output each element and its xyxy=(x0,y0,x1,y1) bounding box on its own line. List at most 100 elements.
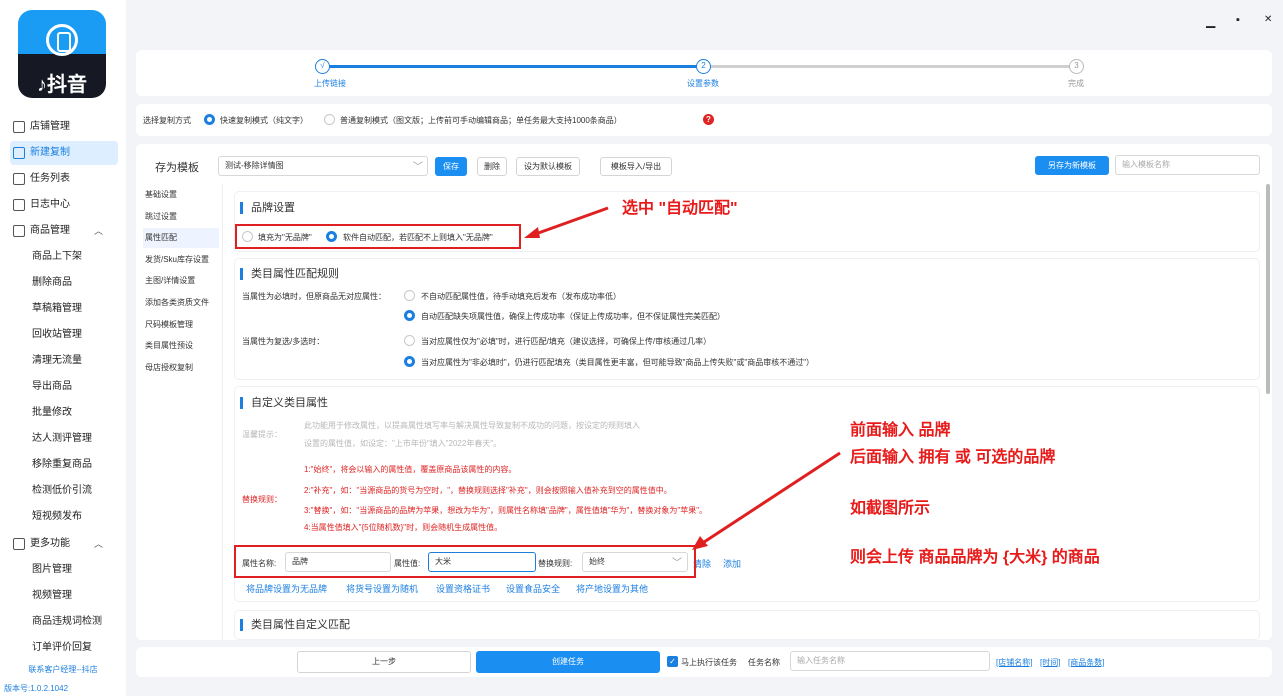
run-now-label: 马上执行该任务 xyxy=(681,658,737,667)
add-link[interactable]: 添加 xyxy=(723,557,741,570)
scrollbar[interactable] xyxy=(1266,184,1270,394)
rule-3: 3:"替换"，如："当源商品的品牌为苹果，想改为华为"，则属性名称填"品牌"，属… xyxy=(304,506,708,515)
settings-menu-item[interactable]: 属性匹配 xyxy=(143,228,219,249)
preset-random-sku-link[interactable]: 将货号设置为随机 xyxy=(346,582,418,595)
custom-match-title: 类目属性自定义匹配 xyxy=(240,619,350,631)
sidebar-item[interactable]: 清理无流量 xyxy=(10,349,118,373)
sidebar-item[interactable]: 检测低价引流 xyxy=(10,479,118,503)
sidebar-item[interactable]: 更多功能 ︿ xyxy=(10,532,118,556)
cube-icon xyxy=(13,225,25,237)
annotation-as-shown: 如截图所示 xyxy=(850,500,931,517)
row1-option1-radio[interactable] xyxy=(404,290,415,301)
sidebar-item[interactable]: 视频管理 xyxy=(10,584,118,608)
template-select[interactable]: 测试-移除详情图 xyxy=(218,156,428,176)
rule-1: 1:"始终"，将会以输入的属性值，覆盖原商品该属性的内容。 xyxy=(304,465,517,474)
task-name-input[interactable]: 输入任务名称 xyxy=(790,651,990,671)
preset-origin-link[interactable]: 将产地设置为其他 xyxy=(576,582,648,595)
sidebar-item[interactable]: 商品违规词检测 xyxy=(10,610,118,634)
insert-count-link[interactable]: [商品条数] xyxy=(1068,657,1104,668)
sidebar-item[interactable]: 批量修改 xyxy=(10,401,118,425)
log-icon xyxy=(13,199,25,211)
minimize-icon[interactable]: ▁ xyxy=(1206,14,1215,28)
sidebar-item-label: 删除商品 xyxy=(32,277,72,288)
preset-certificate-link[interactable]: 设置资格证书 xyxy=(436,582,490,595)
tip-line-2: 设置的属性值，如设定："上市年份"填入"2022年春天"。 xyxy=(304,439,502,448)
settings-menu-item[interactable]: 母店授权复制 xyxy=(143,358,219,378)
sidebar-item[interactable]: 订单评价回复 xyxy=(10,636,118,660)
rule-2: 2:"补充"，如："当源商品的货号为空时，"，替换规则选择"补充"，则会按照输入… xyxy=(304,486,672,495)
sidebar-item[interactable]: 任务列表 xyxy=(10,167,118,191)
prev-step-button[interactable]: 上一步 xyxy=(297,651,471,673)
template-label: 存为模板 xyxy=(155,162,199,174)
settings-menu-item[interactable]: 基础设置 xyxy=(143,185,219,205)
sidebar-item-label: 订单评价回复 xyxy=(32,642,92,653)
step-progress-todo xyxy=(708,65,1076,68)
insert-time-link[interactable]: [时间] xyxy=(1040,657,1060,668)
task-list-icon xyxy=(13,173,25,185)
sidebar-item[interactable]: 日志中心 xyxy=(10,193,118,217)
row2-option2-radio[interactable] xyxy=(404,356,415,367)
preset-food-safety-link[interactable]: 设置食品安全 xyxy=(506,582,560,595)
template-name-input[interactable]: 输入模板名称 xyxy=(1115,155,1260,175)
run-now-checkbox[interactable]: ✓ xyxy=(667,656,678,667)
version-label: 版本号:1.0.2.1042 xyxy=(4,684,69,693)
settings-menu-item[interactable]: 类目属性预设 xyxy=(143,336,219,356)
settings-menu-item[interactable]: 跳过设置 xyxy=(143,207,219,227)
step-1-marker: √ xyxy=(315,59,330,74)
sidebar-item[interactable]: 商品上下架 xyxy=(10,245,118,269)
annotation-select-auto: 选中 "自动匹配" xyxy=(622,200,738,217)
sidebar-item-label: 图片管理 xyxy=(32,564,72,575)
custom-match-card xyxy=(234,610,1260,640)
settings-menu-item[interactable]: 发货/Sku库存设置 xyxy=(143,250,219,270)
delete-button[interactable]: 删除 xyxy=(477,157,507,176)
sidebar-item-label: 达人测评管理 xyxy=(32,433,92,444)
help-icon[interactable]: ? xyxy=(703,114,714,125)
sidebar-item-label: 新建复制 xyxy=(30,147,70,158)
chevron-up-icon[interactable]: ︿ xyxy=(94,532,103,556)
create-task-button[interactable]: 创建任务 xyxy=(476,651,660,673)
sidebar-item[interactable]: 导出商品 xyxy=(10,375,118,399)
copy-mode-fast-radio[interactable] xyxy=(204,114,215,125)
sidebar-item[interactable]: 新建复制 xyxy=(10,141,118,165)
sidebar-item[interactable]: 图片管理 xyxy=(10,558,118,582)
set-default-button[interactable]: 设为默认模板 xyxy=(516,157,580,176)
import-export-button[interactable]: 模板导入/导出 xyxy=(600,157,672,176)
settings-menu-item[interactable]: 主图/详情设置 xyxy=(143,271,219,291)
contact-link[interactable]: 联系客户经理--抖店 xyxy=(0,664,126,675)
sidebar-item[interactable]: 回收站管理 xyxy=(10,323,118,347)
step-1-label: 上传链接 xyxy=(314,79,346,88)
copy-mode-normal-label: 普通复制模式（图文版；上传前可手动编辑商品；单任务最大支持1000条商品） xyxy=(340,116,622,125)
settings-menu-item[interactable]: 添加各类资质文件 xyxy=(143,293,219,313)
maximize-icon[interactable]: ▪ xyxy=(1236,14,1240,26)
sidebar-item[interactable]: 店铺管理 xyxy=(10,115,118,139)
copy-mode-label: 选择复制方式 xyxy=(143,116,191,125)
tip-line-1: 此功能用于修改属性，以提高属性填写率与解决属性导致复制不成功的问题，按设定的规则… xyxy=(304,421,640,430)
brand-title: 品牌设置 xyxy=(240,202,295,214)
sidebar-item[interactable]: 删除商品 xyxy=(10,271,118,295)
settings-menu-item[interactable]: 尺码模板管理 xyxy=(143,315,219,335)
sidebar-item[interactable]: 移除重复商品 xyxy=(10,453,118,477)
sidebar-item[interactable]: 草稿箱管理 xyxy=(10,297,118,321)
sidebar-item[interactable]: 短视频发布 xyxy=(10,505,118,529)
save-button[interactable]: 保存 xyxy=(435,157,467,176)
save-as-new-button[interactable]: 另存为新模板 xyxy=(1035,156,1109,175)
douyin-logo: ♪抖音 xyxy=(18,10,106,98)
sidebar-item-label: 导出商品 xyxy=(32,381,72,392)
close-icon[interactable]: ✕ xyxy=(1264,14,1272,25)
rule-label: 替换规则： xyxy=(242,495,282,504)
sidebar-item[interactable]: 商品管理 ︿ xyxy=(10,219,118,243)
sidebar-item[interactable]: 达人测评管理 xyxy=(10,427,118,451)
copy-mode-normal-radio[interactable] xyxy=(324,114,335,125)
row1-option2-radio[interactable] xyxy=(404,310,415,321)
logo-text: ♪抖音 xyxy=(37,74,87,96)
annotation-arrow-2 xyxy=(692,451,841,550)
step-3-label: 完成 xyxy=(1068,79,1084,88)
insert-shop-name-link[interactable]: [店铺名称] xyxy=(996,657,1032,668)
preset-no-brand-link[interactable]: 将品牌设置为无品牌 xyxy=(246,582,327,595)
row1-label: 当属性为必填时，但原商品无对应属性： xyxy=(242,292,386,301)
chevron-up-icon[interactable]: ︿ xyxy=(94,219,103,243)
sidebar-item-label: 任务列表 xyxy=(30,173,70,184)
sidebar-item-label: 移除重复商品 xyxy=(32,459,92,470)
annotation-input-value: 后面输入 拥有 或 可选的品牌 xyxy=(850,449,1056,466)
row2-option1-radio[interactable] xyxy=(404,335,415,346)
